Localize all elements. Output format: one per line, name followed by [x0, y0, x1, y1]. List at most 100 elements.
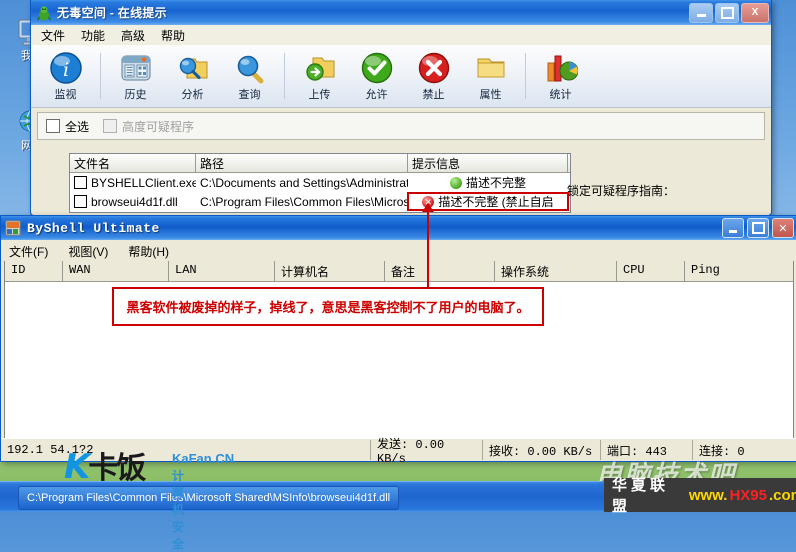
toolbar-button-statistics[interactable]: 统计 — [532, 51, 589, 102]
row-filename: browseui4d1f.dll — [91, 194, 178, 209]
grid-header-hostname[interactable]: 计算机名 — [275, 261, 385, 281]
grid-header-row: ID WAN LAN 计算机名 备注 操作系统 CPU Ping — [5, 261, 793, 282]
window1-toolbar: i 监视 历史 分析 查询 上传 允许 禁止 属性 统计 — [31, 45, 771, 108]
annotation-arrow-vertical — [427, 210, 429, 288]
toolbar-separator — [100, 53, 101, 99]
window2-maximize-button[interactable] — [747, 218, 769, 238]
guide-label: 锁定可疑程序指南： — [567, 184, 676, 198]
toolbar-label: 禁止 — [422, 88, 445, 101]
taskbar-item-path[interactable]: C:\Program Files\Common Files\Microsoft … — [18, 486, 400, 510]
window1-titlebar[interactable]: 无毒空间 - 在线提示 X — [31, 0, 771, 25]
toolbar-label: 查询 — [238, 88, 261, 101]
toolbar-label: 监视 — [54, 88, 77, 101]
toolbar-label: 允许 — [365, 88, 388, 101]
window1-minimize-button[interactable] — [689, 2, 713, 23]
row-filename-cell[interactable]: BYSHELLClient.exe — [70, 176, 196, 190]
grid-header-remark[interactable]: 备注 — [385, 261, 495, 281]
row-filename: BYSHELLClient.exe — [91, 175, 196, 190]
toolbar-label: 属性 — [479, 88, 502, 101]
menu-item-help[interactable]: 帮助(H) — [128, 243, 169, 260]
list-header-status[interactable]: 提示信息 — [408, 154, 568, 172]
grid-header-cpu[interactable]: CPU — [617, 261, 685, 281]
svg-text:i: i — [62, 59, 68, 81]
toolbar-label: 上传 — [308, 88, 331, 101]
red-cross-icon — [418, 52, 449, 83]
table-row[interactable]: BYSHELLClient.exe C:\Documents and Setti… — [70, 173, 570, 192]
checkbox-highly-suspicious: 高度可疑程序 — [103, 118, 194, 135]
window2-menubar: 文件(F) 视图(V) 帮助(H) — [1, 240, 796, 262]
list-header-filename[interactable]: 文件名 — [70, 154, 196, 172]
toolbar-button-forbid[interactable]: 禁止 — [405, 51, 462, 102]
green-dot-icon — [449, 176, 462, 189]
menu-item-file[interactable]: 文件 — [41, 27, 65, 44]
toolbar-button-query[interactable]: 查询 — [221, 51, 278, 102]
toolbar-button-monitor[interactable]: i 监视 — [37, 51, 94, 102]
row-filename-cell[interactable]: browseui4d1f.dll — [70, 195, 196, 209]
toolbar-separator — [525, 53, 526, 99]
annotation-arrow-head — [422, 203, 434, 212]
toolbar-label: 统计 — [549, 88, 572, 101]
toolbar-button-allow[interactable]: 允许 — [348, 51, 405, 102]
checkbox-box[interactable] — [46, 119, 60, 133]
row-status: 描述不完整 — [465, 176, 526, 190]
annotation-box: 黑客软件被废掉的样子，掉线了，意思是黑客控制不了用户的电脑了。 — [112, 287, 544, 326]
filter-checkbox-bar: 全选 高度可疑程序 — [37, 112, 765, 140]
green-check-icon — [361, 52, 392, 83]
info-circle-icon: i — [49, 51, 82, 84]
window2-minimize-button[interactable] — [722, 218, 744, 238]
grid-header-wan[interactable]: WAN — [63, 261, 169, 281]
menu-item-advanced[interactable]: 高级 — [121, 27, 145, 44]
watermark-hx-alliance: 华夏联盟 www.HX95.com — [604, 477, 796, 515]
window2-controls: ✕ — [722, 218, 794, 238]
byshell-icon — [5, 220, 21, 236]
checkbox-select-all[interactable]: 全选 — [46, 118, 89, 135]
window1-menubar: 文件 功能 高级 帮助 — [31, 25, 771, 45]
menu-item-view[interactable]: 视图(V) — [68, 243, 108, 260]
row-path: C:\Documents and Settings\Administrator\… — [200, 175, 408, 190]
status-address: 192.1 54.1?2 — [1, 440, 371, 460]
grid-header-ping[interactable]: Ping — [685, 261, 790, 281]
green-mascot-icon — [36, 5, 52, 20]
toolbar-label: 分析 — [181, 88, 204, 101]
window1-close-button[interactable]: X — [741, 2, 769, 23]
magnifier-icon — [237, 55, 263, 83]
grid-header-lan[interactable]: LAN — [169, 261, 275, 281]
magnifier-folder-icon — [179, 57, 207, 79]
history-book-icon — [121, 55, 150, 80]
checkbox-box — [103, 119, 118, 133]
window1-controls: X — [689, 2, 769, 23]
status-receive-rate: 接收: 0.00 KB/s — [483, 440, 601, 460]
toolbar-button-properties[interactable]: 属性 — [462, 51, 519, 102]
hx-alliance-text: 华夏联盟 — [612, 477, 670, 515]
toolbar-button-analyze[interactable]: 分析 — [164, 51, 221, 102]
window2-close-button[interactable]: ✕ — [772, 218, 794, 238]
grid-header-os[interactable]: 操作系统 — [495, 261, 617, 281]
toolbar-button-upload[interactable]: 上传 — [291, 51, 348, 102]
upload-folder-icon — [305, 57, 334, 81]
row-checkbox[interactable] — [74, 195, 87, 208]
menu-item-function[interactable]: 功能 — [81, 27, 105, 44]
window2-title-text: ByShell Ultimate — [27, 220, 160, 236]
folder-icon — [477, 58, 504, 77]
row-path: C:\Program Files\Common Files\Microsoft … — [200, 194, 408, 209]
toolbar-label: 历史 — [124, 88, 147, 101]
window1-maximize-button[interactable] — [715, 2, 739, 23]
row-checkbox[interactable] — [74, 176, 87, 189]
hx-www-text: www. — [688, 486, 728, 504]
checkbox-label: 全选 — [65, 119, 90, 134]
row-status-cell: 描述不完整 — [408, 174, 568, 191]
list-header-row: 文件名 路径 提示信息 — [70, 154, 570, 173]
list-header-path[interactable]: 路径 — [196, 154, 408, 172]
grid-header-id[interactable]: ID — [5, 261, 63, 281]
toolbar-separator — [284, 53, 285, 99]
window2-titlebar[interactable]: ByShell Ultimate ✕ — [1, 216, 796, 240]
window1-title-text: 无毒空间 - 在线提示 — [57, 6, 167, 20]
annotation-text: 黑客软件被废掉的样子，掉线了，意思是黑客控制不了用户的电脑了。 — [126, 300, 530, 315]
toolbar-button-history[interactable]: 历史 — [107, 51, 164, 102]
hx-tld-text: .com — [768, 486, 796, 504]
menu-item-help[interactable]: 帮助 — [161, 27, 185, 44]
window-byshell: ByShell Ultimate ✕ 文件(F) 视图(V) 帮助(H) ID … — [0, 215, 796, 466]
menu-item-file[interactable]: 文件(F) — [9, 243, 48, 260]
bar-chart-icon — [547, 55, 578, 81]
status-send-rate: 发送: 0.00 KB/s — [371, 438, 483, 466]
